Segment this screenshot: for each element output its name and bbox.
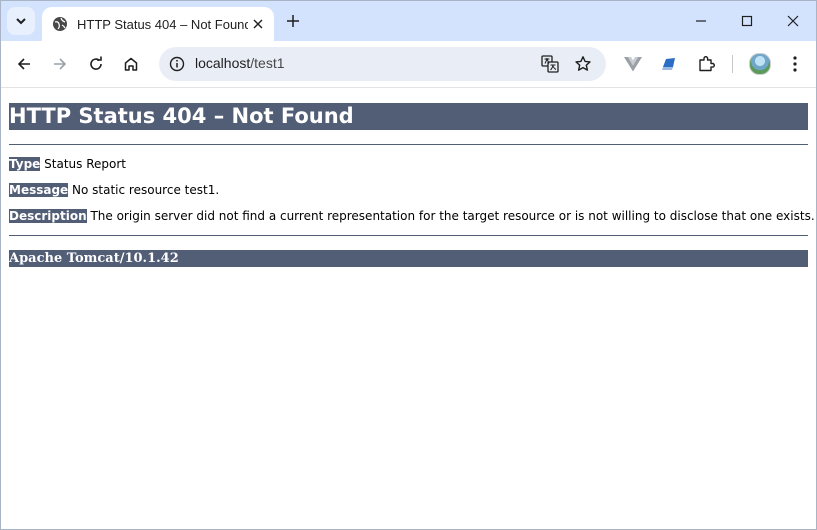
url-host: localhost (195, 55, 251, 71)
maximize-button[interactable] (735, 9, 759, 33)
maximize-icon (741, 15, 753, 27)
bookmark-button[interactable] (572, 53, 594, 75)
tab-strip: HTTP Status 404 – Not Found (1, 1, 816, 41)
star-icon (575, 56, 591, 71)
extension-blue-icon (662, 58, 675, 70)
tab-search-icon (16, 18, 26, 25)
browser-window: HTTP Status 404 – Not Found localhost/te… (0, 0, 817, 530)
toolbar-separator (732, 55, 733, 73)
site-info-icon (169, 56, 185, 72)
new-tab-button[interactable] (283, 11, 303, 31)
minimize-button[interactable] (689, 9, 713, 33)
message-label: Message (9, 183, 69, 197)
address-bar[interactable]: localhost/test1 (159, 47, 606, 81)
forward-button[interactable] (48, 52, 72, 76)
url-path: /test1 (250, 55, 285, 71)
message-value: No static resource test1. (72, 183, 220, 197)
forward-icon (54, 58, 67, 70)
minimize-icon (696, 20, 706, 22)
page-content: HTTP Status 404 – Not Found Type Status … (1, 88, 816, 529)
tab-title: HTTP Status 404 – Not Found (77, 16, 248, 32)
site-info-button[interactable] (165, 52, 189, 76)
window-close-icon (787, 15, 799, 27)
back-button[interactable] (12, 52, 36, 76)
avatar[interactable] (749, 53, 771, 75)
plus-icon (287, 15, 299, 27)
translate-icon (541, 55, 559, 73)
type-value: Status Report (44, 157, 126, 171)
description-label: Description (9, 209, 87, 223)
extensions-button[interactable] (694, 52, 718, 76)
type-label: Type (9, 157, 41, 171)
description-value: The origin server did not find a current… (90, 209, 815, 223)
home-icon (124, 57, 138, 71)
home-button[interactable] (119, 52, 143, 76)
reload-button[interactable] (84, 52, 108, 76)
reload-icon (90, 56, 102, 70)
menu-button[interactable] (783, 52, 807, 76)
description-row: Description The origin server did not fi… (9, 209, 815, 224)
tab-active[interactable]: HTTP Status 404 – Not Found (42, 7, 274, 41)
server-footer: Apache Tomcat/10.1.42 (9, 250, 808, 267)
globe-icon (52, 16, 68, 32)
translate-button[interactable] (539, 53, 561, 75)
divider (9, 144, 808, 145)
back-icon (17, 58, 30, 70)
type-row: Type Status Report (9, 157, 126, 172)
more-icon (793, 56, 797, 72)
page-title: HTTP Status 404 – Not Found (9, 103, 808, 130)
window-close-button[interactable] (781, 9, 805, 33)
tab-search-button[interactable] (7, 7, 35, 35)
message-row: Message No static resource test1. (9, 183, 219, 198)
url-text[interactable]: localhost/test1 (195, 55, 285, 71)
browser-toolbar: localhost/test1 (1, 41, 816, 88)
close-icon[interactable] (248, 14, 268, 34)
vuejs-extension-button[interactable] (621, 52, 645, 76)
divider (9, 235, 808, 236)
puzzle-icon (699, 56, 715, 72)
blue-extension-button[interactable] (657, 52, 681, 76)
vuejs-icon (624, 57, 642, 72)
